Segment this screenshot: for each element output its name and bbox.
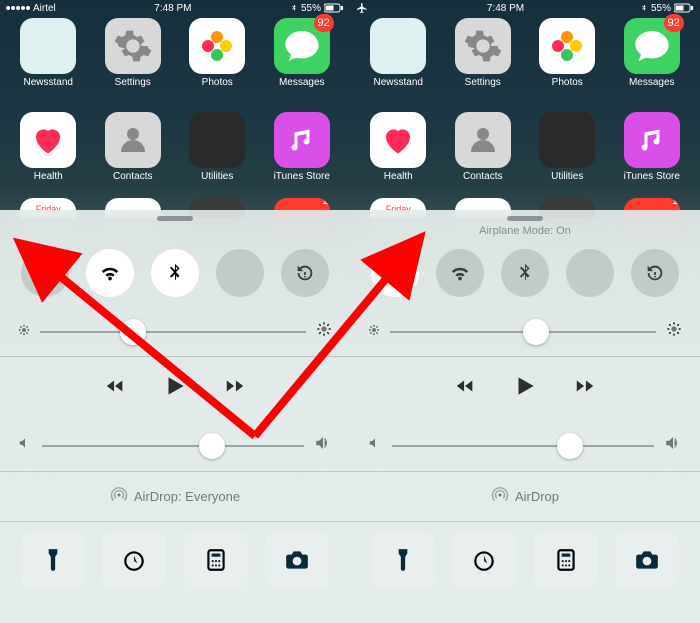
calculator-button[interactable] bbox=[184, 532, 248, 588]
volume-slider[interactable] bbox=[350, 420, 700, 471]
wifi-toggle[interactable] bbox=[436, 249, 484, 297]
timer-button[interactable] bbox=[102, 532, 166, 588]
next-track-button[interactable] bbox=[574, 375, 596, 402]
badge: 92 bbox=[314, 14, 334, 32]
airplane-toggle[interactable] bbox=[371, 249, 419, 297]
lock-toggle[interactable] bbox=[281, 249, 329, 297]
prev-track-button[interactable] bbox=[454, 375, 476, 402]
app-photos[interactable]: Photos bbox=[532, 18, 602, 88]
bt-toggle[interactable] bbox=[151, 249, 199, 297]
brightness-high-icon bbox=[316, 321, 332, 342]
volume-high-icon bbox=[314, 434, 332, 457]
app-photos[interactable]: Photos bbox=[182, 18, 252, 88]
airdrop-label: AirDrop bbox=[515, 489, 559, 504]
dnd-toggle[interactable] bbox=[566, 249, 614, 297]
cc-status-text: Airplane Mode: On bbox=[350, 225, 700, 239]
camera-button[interactable] bbox=[615, 532, 679, 588]
app-label: Health bbox=[384, 171, 413, 182]
status-bar: Airtel 7:48 PM 55% bbox=[0, 0, 350, 16]
carrier-label: Airtel bbox=[33, 3, 56, 14]
brightness-slider[interactable] bbox=[350, 307, 700, 356]
airdrop-icon bbox=[110, 486, 128, 507]
app-itunes-store[interactable]: iTunes Store bbox=[267, 112, 337, 182]
app-newsstand[interactable]: Newsstand bbox=[13, 18, 83, 88]
app-messages[interactable]: 92 Messages bbox=[617, 18, 687, 88]
app-label: Health bbox=[34, 171, 63, 182]
play-button[interactable] bbox=[162, 373, 188, 404]
control-center: Airplane Mode: On bbox=[350, 210, 700, 623]
brightness-slider[interactable] bbox=[0, 307, 350, 356]
airdrop-icon bbox=[491, 486, 509, 507]
screenshot-right: 7:48 PM 55% Newsstand bbox=[350, 0, 700, 623]
app-label: Contacts bbox=[463, 171, 502, 182]
app-label: Photos bbox=[202, 77, 233, 88]
app-label: Messages bbox=[279, 77, 325, 88]
next-track-button[interactable] bbox=[224, 375, 246, 402]
app-messages[interactable]: 92 Messages bbox=[267, 18, 337, 88]
app-label: Settings bbox=[465, 77, 501, 88]
app-contacts[interactable]: Contacts bbox=[448, 112, 518, 182]
airdrop-label: AirDrop: Everyone bbox=[134, 489, 240, 504]
brightness-high-icon bbox=[666, 321, 682, 342]
app-label: Utilities bbox=[551, 171, 583, 182]
cc-status-text bbox=[0, 225, 350, 239]
app-label: Photos bbox=[552, 77, 583, 88]
time-label: 7:48 PM bbox=[154, 3, 191, 14]
app-utilities[interactable]: Utilities bbox=[182, 112, 252, 182]
app-health[interactable]: Health bbox=[363, 112, 433, 182]
airplane-toggle[interactable] bbox=[21, 249, 69, 297]
battery-percent: 55% bbox=[301, 3, 321, 14]
app-label: Contacts bbox=[113, 171, 152, 182]
brightness-low-icon bbox=[18, 323, 30, 341]
timer-button[interactable] bbox=[452, 532, 516, 588]
app-health[interactable]: Health bbox=[13, 112, 83, 182]
volume-high-icon bbox=[664, 434, 682, 457]
app-settings[interactable]: Settings bbox=[448, 18, 518, 88]
airdrop-button[interactable]: AirDrop: Everyone bbox=[0, 472, 350, 521]
volume-low-icon bbox=[368, 436, 382, 455]
airdrop-button[interactable]: AirDrop bbox=[350, 472, 700, 521]
battery-percent: 55% bbox=[651, 3, 671, 14]
brightness-low-icon bbox=[368, 323, 380, 341]
app-label: iTunes Store bbox=[624, 171, 680, 182]
app-label: Settings bbox=[115, 77, 151, 88]
app-newsstand[interactable]: Newsstand bbox=[363, 18, 433, 88]
app-utilities[interactable]: Utilities bbox=[532, 112, 602, 182]
calculator-button[interactable] bbox=[534, 532, 598, 588]
prev-track-button[interactable] bbox=[104, 375, 126, 402]
app-label: Utilities bbox=[201, 171, 233, 182]
app-contacts[interactable]: Contacts bbox=[98, 112, 168, 182]
volume-low-icon bbox=[18, 436, 32, 455]
grab-handle[interactable] bbox=[157, 216, 193, 221]
wifi-toggle[interactable] bbox=[86, 249, 134, 297]
bt-toggle[interactable] bbox=[501, 249, 549, 297]
app-label: iTunes Store bbox=[274, 171, 330, 182]
app-label: Newsstand bbox=[24, 77, 73, 88]
app-label: Messages bbox=[629, 77, 675, 88]
flashlight-button[interactable] bbox=[21, 532, 85, 588]
flashlight-button[interactable] bbox=[371, 532, 435, 588]
play-button[interactable] bbox=[512, 373, 538, 404]
dnd-toggle[interactable] bbox=[216, 249, 264, 297]
app-label: Newsstand bbox=[374, 77, 423, 88]
time-label: 7:48 PM bbox=[487, 3, 524, 14]
screenshot-left: Airtel 7:48 PM 55% Newsstand bbox=[0, 0, 350, 623]
app-settings[interactable]: Settings bbox=[98, 18, 168, 88]
volume-slider[interactable] bbox=[0, 420, 350, 471]
badge: 92 bbox=[664, 14, 684, 32]
control-center: AirDrop: Everyone bbox=[0, 210, 350, 623]
app-itunes-store[interactable]: iTunes Store bbox=[617, 112, 687, 182]
camera-button[interactable] bbox=[265, 532, 329, 588]
grab-handle[interactable] bbox=[507, 216, 543, 221]
status-bar: 7:48 PM 55% bbox=[350, 0, 700, 16]
lock-toggle[interactable] bbox=[631, 249, 679, 297]
